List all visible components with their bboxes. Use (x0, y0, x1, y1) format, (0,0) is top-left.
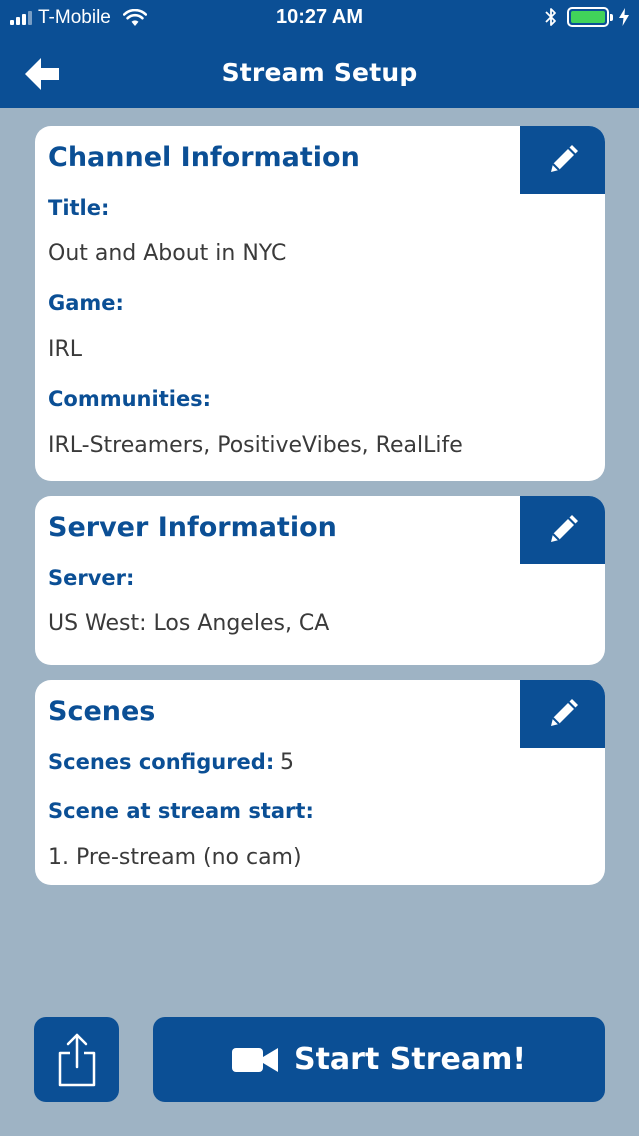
edit-channel-button[interactable] (520, 126, 605, 194)
start-stream-label: Start Stream! (293, 1042, 527, 1077)
game-value: IRL (48, 337, 83, 362)
server-label: Server: (48, 566, 135, 590)
bluetooth-icon (545, 8, 556, 26)
share-button[interactable] (34, 1017, 119, 1102)
share-icon (58, 1033, 95, 1086)
scene-at-start-label: Scene at stream start: (48, 799, 314, 823)
battery-fill (571, 11, 605, 23)
status-bar: T-Mobile 10:27 AM (0, 0, 639, 36)
page-title: Stream Setup (221, 58, 418, 87)
app-screen: T-Mobile 10:27 AM Stream Setup Channel I… (0, 0, 639, 1136)
communities-label: Communities: (48, 387, 212, 411)
communities-value: IRL-Streamers, PositiveVibes, RealLife (48, 433, 463, 458)
server-information-title: Server Information (48, 512, 337, 543)
scenes-configured-label: Scenes configured: (48, 750, 275, 774)
scenes-configured-value: 5 (280, 750, 294, 775)
title-value: Out and About in NYC (48, 241, 287, 266)
scenes-title: Scenes (48, 696, 156, 727)
video-camera-icon (231, 1047, 278, 1072)
battery-icon (567, 7, 613, 27)
scene-at-start-value: 1. Pre-stream (no cam) (48, 845, 302, 870)
edit-server-button[interactable] (520, 496, 605, 564)
title-label: Title: (48, 196, 110, 220)
charging-icon (619, 8, 629, 26)
pencil-icon (550, 145, 578, 172)
pencil-icon (550, 699, 578, 726)
pencil-icon (550, 515, 578, 542)
header: T-Mobile 10:27 AM Stream Setup (0, 0, 639, 108)
channel-information-title: Channel Information (48, 142, 360, 173)
server-information-card: Server Information Server: US West: Los … (35, 496, 605, 665)
status-right (545, 7, 629, 27)
start-stream-button[interactable]: Start Stream! (153, 1017, 605, 1102)
game-label: Game: (48, 291, 124, 315)
edit-scenes-button[interactable] (520, 680, 605, 748)
server-value: US West: Los Angeles, CA (48, 611, 330, 636)
clock: 10:27 AM (275, 6, 364, 28)
scenes-card: Scenes Scenes configured: 5 Scene at str… (35, 680, 605, 885)
channel-information-card: Channel Information Title: Out and About… (35, 126, 605, 481)
